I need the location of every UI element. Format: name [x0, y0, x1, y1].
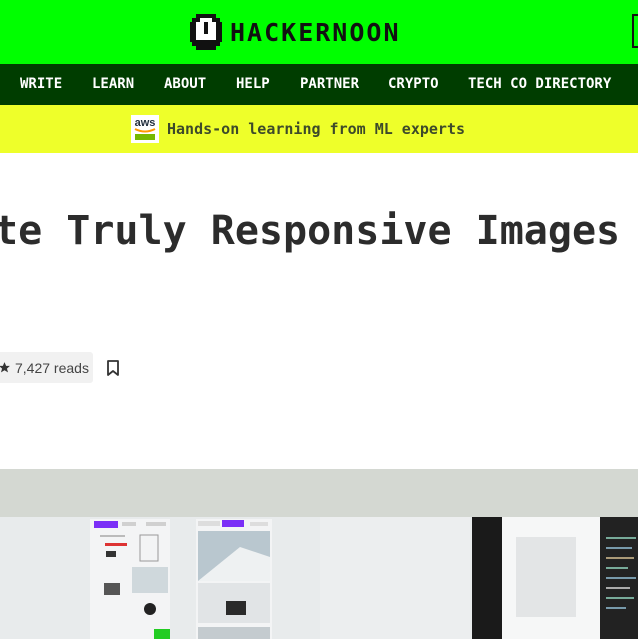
top-header: HACKERNOON — [0, 0, 638, 64]
nav-item-learn[interactable]: LEARN — [92, 64, 134, 105]
image-caption-band — [0, 469, 638, 517]
nav-item-write[interactable]: WRITE — [20, 64, 62, 105]
promo-text[interactable]: Hands-on learning from ML experts — [167, 105, 465, 153]
aws-logo-text: aws — [135, 117, 156, 129]
star-icon — [0, 362, 10, 373]
hero-image-drawing — [0, 517, 638, 639]
logo-wordmark: HACKERNOON — [230, 17, 401, 47]
hero-image — [0, 517, 638, 639]
aws-logo-icon: aws — [131, 115, 159, 143]
nav-item-crypto[interactable]: CRYPTO — [388, 64, 439, 105]
bookmark-icon[interactable] — [106, 360, 120, 376]
main-nav: WRITE LEARN ABOUT HELP PARTNER CRYPTO TE… — [0, 64, 638, 105]
nav-item-help[interactable]: HELP — [236, 64, 270, 105]
reads-count: 7,427 reads — [15, 359, 89, 376]
nav-item-partner[interactable]: PARTNER — [300, 64, 359, 105]
menu-edge[interactable] — [632, 14, 638, 48]
hackernoon-logo-link[interactable]: HACKERNOON — [190, 14, 401, 50]
article-title: te Truly Responsive Images — [0, 208, 621, 254]
nav-item-about[interactable]: ABOUT — [164, 64, 206, 105]
hackernoon-helmet-icon — [190, 14, 222, 50]
nav-item-tech-co-directory[interactable]: TECH CO DIRECTORY — [468, 64, 611, 105]
reads-badge: 7,427 reads — [0, 352, 93, 383]
